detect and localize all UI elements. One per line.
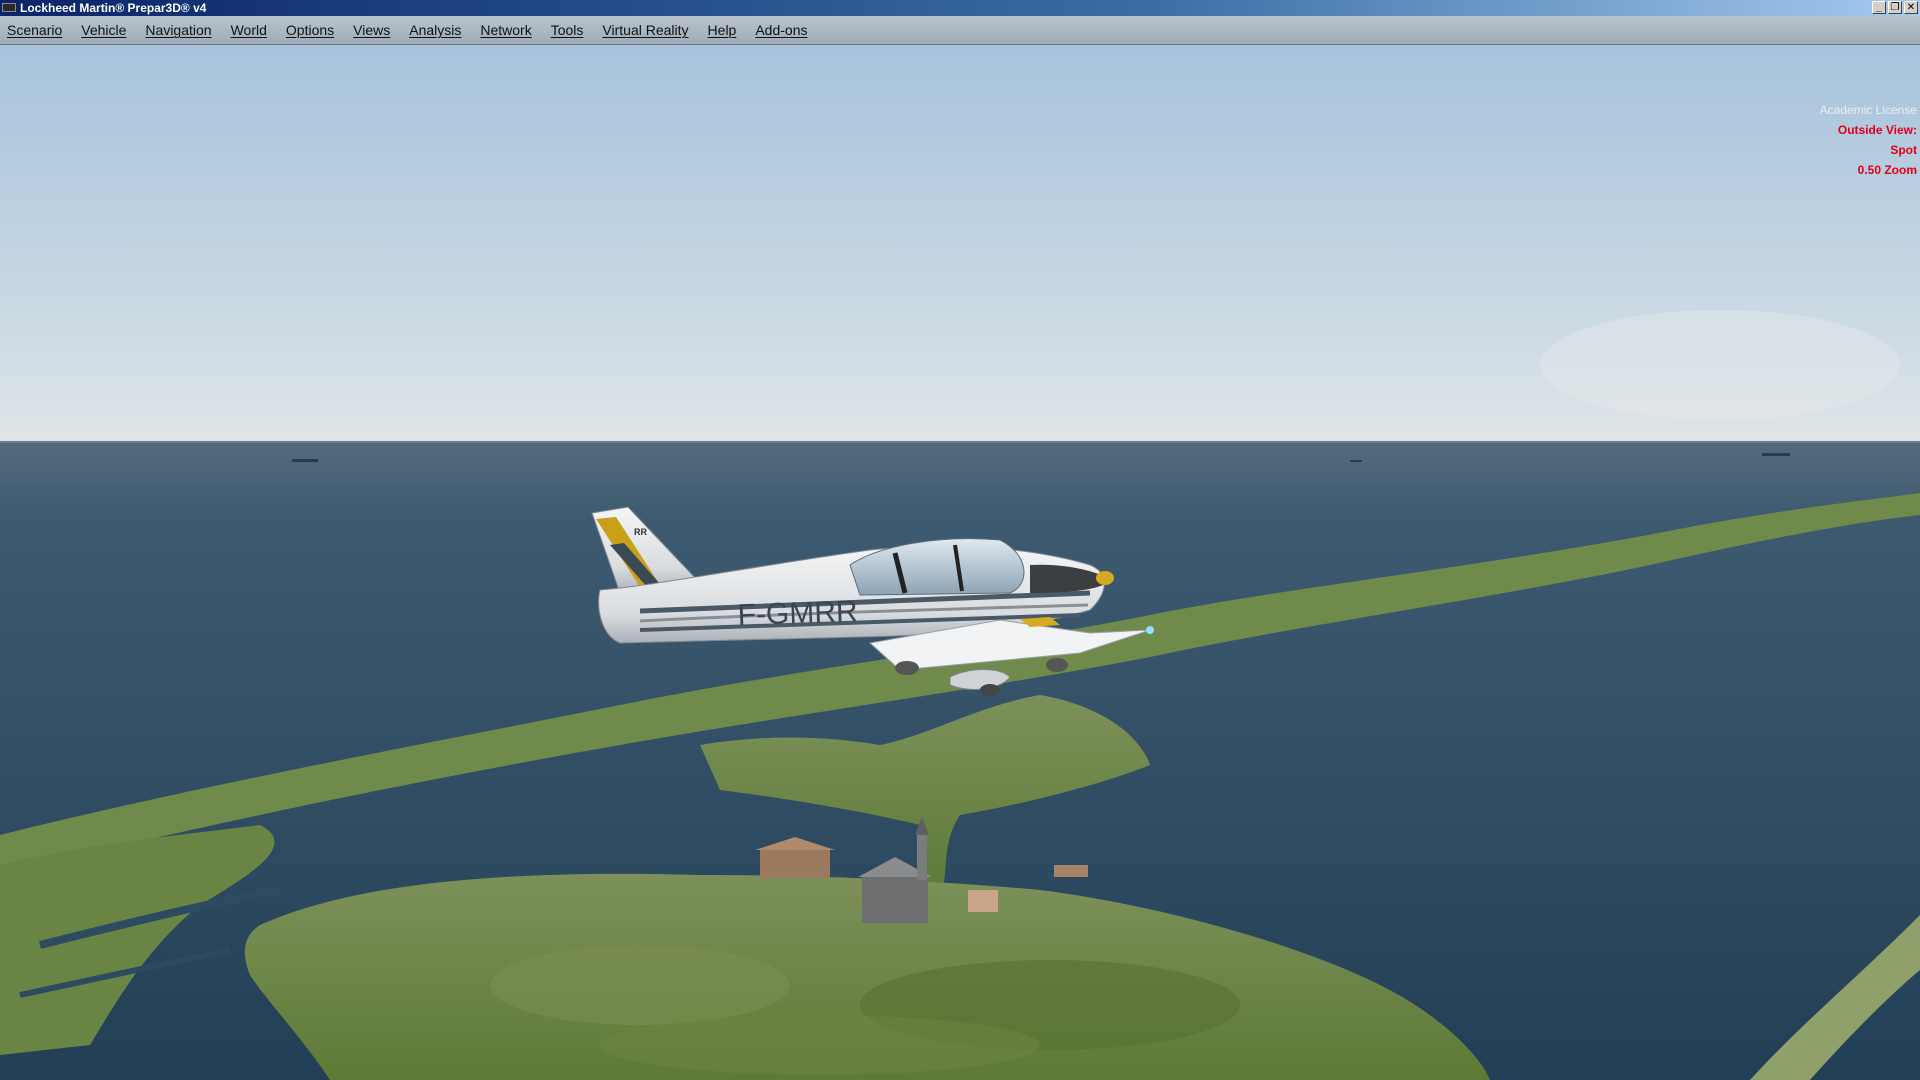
field-patch bbox=[490, 945, 790, 1025]
haze-cloud bbox=[1540, 310, 1900, 420]
menu-world[interactable]: World bbox=[226, 22, 276, 38]
view-label: Outside View: bbox=[1837, 123, 1917, 137]
menu-add-ons[interactable]: Add-ons bbox=[750, 22, 816, 38]
close-button[interactable]: ✕ bbox=[1904, 1, 1918, 14]
menu-scenario[interactable]: Scenario bbox=[2, 22, 71, 38]
ship bbox=[1762, 453, 1790, 456]
hud-overlay: Academic License Outside View: Spot 0.50… bbox=[1820, 100, 1917, 180]
menu-bar: Scenario Vehicle Navigation World Option… bbox=[0, 16, 1920, 45]
license-label: Academic License bbox=[1819, 103, 1917, 117]
ship bbox=[1350, 460, 1362, 462]
menu-tools[interactable]: Tools bbox=[546, 22, 593, 38]
menu-vehicle[interactable]: Vehicle bbox=[76, 22, 135, 38]
view-mode: Spot bbox=[1890, 143, 1917, 157]
aircraft-spinner bbox=[1096, 571, 1114, 585]
restore-button[interactable]: ❐ bbox=[1888, 1, 1902, 14]
window-title: Lockheed Martin® Prepar3D® v4 bbox=[20, 1, 207, 15]
menu-analysis[interactable]: Analysis bbox=[404, 22, 470, 38]
nav-light bbox=[1146, 626, 1154, 634]
sim-viewport[interactable]: RR F-GMRR Academic License Outside View:… bbox=[0, 45, 1920, 1080]
menu-virtual-reality[interactable]: Virtual Reality bbox=[597, 22, 697, 38]
menu-options[interactable]: Options bbox=[281, 22, 343, 38]
window-controls: _ ❐ ✕ bbox=[1872, 1, 1918, 14]
aircraft-registration: F-GMRR bbox=[737, 595, 858, 632]
menu-views[interactable]: Views bbox=[348, 22, 399, 38]
aircraft-wheel bbox=[895, 661, 919, 675]
app-icon[interactable] bbox=[2, 3, 16, 12]
menu-help[interactable]: Help bbox=[703, 22, 746, 38]
field-patch bbox=[600, 1015, 1040, 1075]
window-title-bar[interactable]: Lockheed Martin® Prepar3D® v4 _ ❐ ✕ bbox=[0, 0, 1920, 16]
menu-network[interactable]: Network bbox=[475, 22, 540, 38]
menu-navigation[interactable]: Navigation bbox=[140, 22, 220, 38]
minimize-button[interactable]: _ bbox=[1872, 1, 1886, 14]
ship bbox=[292, 459, 318, 462]
aircraft-wheel bbox=[1046, 658, 1068, 672]
tail-code: RR bbox=[634, 527, 647, 537]
scene-svg: RR F-GMRR bbox=[0, 45, 1920, 1080]
zoom-level: 0.50 Zoom bbox=[1857, 163, 1917, 177]
